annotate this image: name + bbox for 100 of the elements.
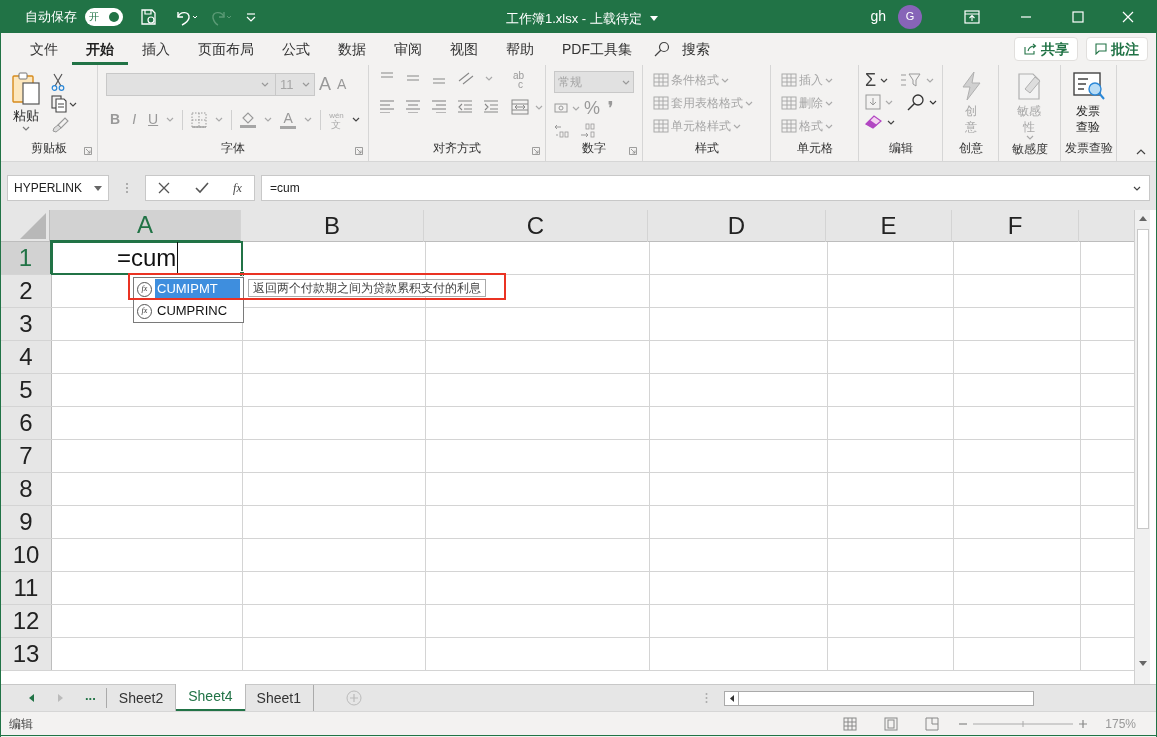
copy-icon[interactable] <box>51 95 77 113</box>
name-box[interactable]: HYPERLINK <box>7 175 109 201</box>
horizontal-scrollbar[interactable] <box>723 690 1034 706</box>
cancel-icon[interactable] <box>158 182 171 194</box>
collapse-ribbon-icon[interactable] <box>1136 149 1146 155</box>
caret-icon <box>825 100 833 106</box>
paste-button[interactable]: 粘贴 <box>7 71 45 139</box>
caret-icon <box>166 117 175 122</box>
insert-function-button[interactable]: fx <box>233 179 242 197</box>
autosum-button[interactable]: Σ <box>865 71 877 89</box>
normal-view-icon[interactable] <box>843 716 858 731</box>
align-left-icon[interactable] <box>379 99 395 113</box>
grid-icon <box>781 119 797 133</box>
decrease-indent-icon[interactable] <box>457 99 473 113</box>
row-header[interactable]: 13 <box>1 638 52 670</box>
caret-icon <box>264 117 273 122</box>
font-name-field[interactable] <box>106 73 276 96</box>
caret-icon <box>94 185 102 191</box>
search-field[interactable]: 搜索 <box>682 38 710 60</box>
row-header[interactable]: 8 <box>1 473 52 505</box>
autocomplete-item[interactable]: fx CUMPRINC <box>134 300 243 322</box>
orientation-icon[interactable] <box>457 71 475 85</box>
row-header[interactable]: 5 <box>1 374 52 406</box>
page-layout-icon[interactable] <box>884 716 899 731</box>
scroll-down-icon[interactable] <box>1138 661 1147 666</box>
format-painter-icon[interactable] <box>51 117 69 133</box>
row-header[interactable]: 9 <box>1 506 52 538</box>
share-button[interactable]: 共享 <box>1014 37 1078 61</box>
dialog-launcher-icon[interactable] <box>355 147 363 155</box>
caret-icon <box>885 99 893 105</box>
align-right-icon[interactable] <box>431 99 447 113</box>
sheet-tab[interactable]: Sheet4 <box>176 684 245 711</box>
dialog-launcher-icon[interactable] <box>532 147 540 155</box>
ribbon-button[interactable]: 发票查验 <box>1072 71 1105 139</box>
currency-icon[interactable] <box>554 101 568 115</box>
column-header[interactable]: D <box>648 210 826 242</box>
row-header[interactable]: 10 <box>1 539 52 571</box>
align-center-icon[interactable] <box>405 99 421 113</box>
window-title: 工作簿1.xlsx - 上载待定 <box>506 10 642 28</box>
fill-color-icon[interactable] <box>240 111 257 128</box>
column-header[interactable]: A <box>50 210 241 242</box>
ribbon-group-label: 敏感度 <box>1011 141 1048 158</box>
decrease-decimal-icon[interactable] <box>580 123 596 139</box>
enter-icon[interactable] <box>194 182 209 194</box>
eraser-icon[interactable] <box>865 115 883 129</box>
grid-icon <box>653 96 669 110</box>
page-break-icon[interactable] <box>925 716 940 731</box>
ribbon-group-label: 对齐方式 <box>433 140 481 157</box>
row-header[interactable]: 12 <box>1 605 52 637</box>
menu-tab[interactable]: 审阅 <box>380 33 436 65</box>
row-header[interactable]: 6 <box>1 407 52 439</box>
borders-icon[interactable] <box>191 111 208 128</box>
menu-tab[interactable]: 开始 <box>72 33 128 65</box>
column-header[interactable]: C <box>424 210 648 242</box>
search-icon[interactable] <box>907 93 925 111</box>
user-name: gh <box>870 7 886 26</box>
dialog-launcher-icon[interactable] <box>629 147 637 155</box>
row-header[interactable]: 3 <box>1 308 52 340</box>
menu-tab[interactable]: 帮助 <box>492 33 548 65</box>
menu-tab[interactable]: 页面布局 <box>184 33 268 65</box>
caret-icon <box>1025 135 1034 140</box>
active-cell[interactable]: =cum <box>51 241 243 275</box>
scissors-icon[interactable] <box>51 73 65 91</box>
caret-icon <box>825 77 833 83</box>
add-sheet-icon[interactable] <box>345 690 362 706</box>
increase-decimal-icon[interactable] <box>554 123 570 139</box>
merge-center-icon[interactable] <box>511 99 529 115</box>
row-header[interactable]: 2 <box>1 275 52 307</box>
menu-tab[interactable]: PDF工具集 <box>548 33 646 65</box>
more-icon <box>125 182 129 194</box>
menu-tab[interactable]: 公式 <box>268 33 324 65</box>
formula-input[interactable]: =cum <box>261 175 1150 201</box>
fill-icon[interactable] <box>865 94 881 110</box>
dialog-launcher-icon[interactable] <box>84 147 92 155</box>
more-sheets-button[interactable]: ... <box>85 686 96 710</box>
column-header[interactable]: E <box>826 210 952 242</box>
function-icon: fx <box>137 281 152 297</box>
row-header[interactable]: 1 <box>1 242 52 274</box>
comments-button[interactable]: 批注 <box>1086 37 1148 61</box>
ribbon-group-label: 发票查验 <box>1064 140 1113 157</box>
zoom-slider-icon[interactable] <box>959 717 1088 730</box>
menu-tab[interactable]: 视图 <box>436 33 492 65</box>
row-header[interactable]: 11 <box>1 572 52 604</box>
scrollbar-thumb[interactable] <box>1136 229 1149 529</box>
menu-tab[interactable]: 插入 <box>128 33 184 65</box>
autosave-label: 自动保存 <box>25 7 77 26</box>
scroll-left-icon[interactable] <box>29 694 34 702</box>
scroll-up-icon[interactable] <box>1138 216 1147 221</box>
increase-indent-icon[interactable] <box>483 99 499 113</box>
scroll-right-icon[interactable] <box>58 694 63 702</box>
sort-filter-icon[interactable] <box>900 72 923 88</box>
menu-tab[interactable]: 文件 <box>16 33 72 65</box>
select-all-icon[interactable] <box>20 213 46 239</box>
search-icon[interactable] <box>654 41 670 57</box>
comment-icon <box>1095 43 1107 55</box>
column-header[interactable]: F <box>952 210 1079 242</box>
menu-tab[interactable]: 数据 <box>324 33 380 65</box>
row-header[interactable]: 7 <box>1 440 52 472</box>
row-header[interactable]: 4 <box>1 341 52 373</box>
caret-icon <box>261 82 269 87</box>
